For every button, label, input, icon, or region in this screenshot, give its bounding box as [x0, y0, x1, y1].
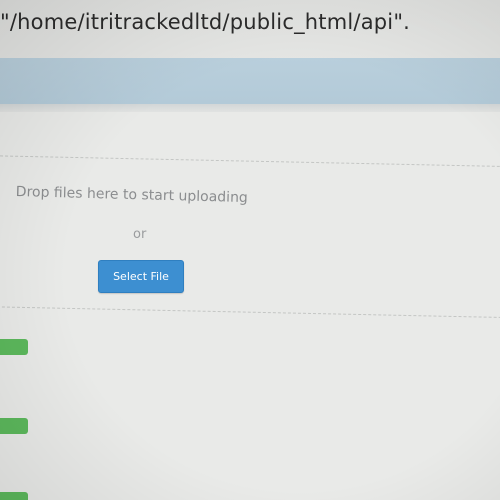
header-band: [0, 58, 500, 104]
file-upload-screen: "/home/itritrackedltd/public_html/api". …: [0, 0, 500, 500]
file-dropzone[interactable]: [0, 155, 500, 319]
upload-destination-path: "/home/itritrackedltd/public_html/api".: [0, 10, 411, 34]
status-badge[interactable]: [0, 492, 28, 500]
status-badge[interactable]: [0, 418, 28, 434]
dropzone-or-separator: or: [133, 227, 147, 242]
select-file-button[interactable]: Select File: [98, 260, 184, 293]
status-badge[interactable]: [0, 339, 28, 355]
